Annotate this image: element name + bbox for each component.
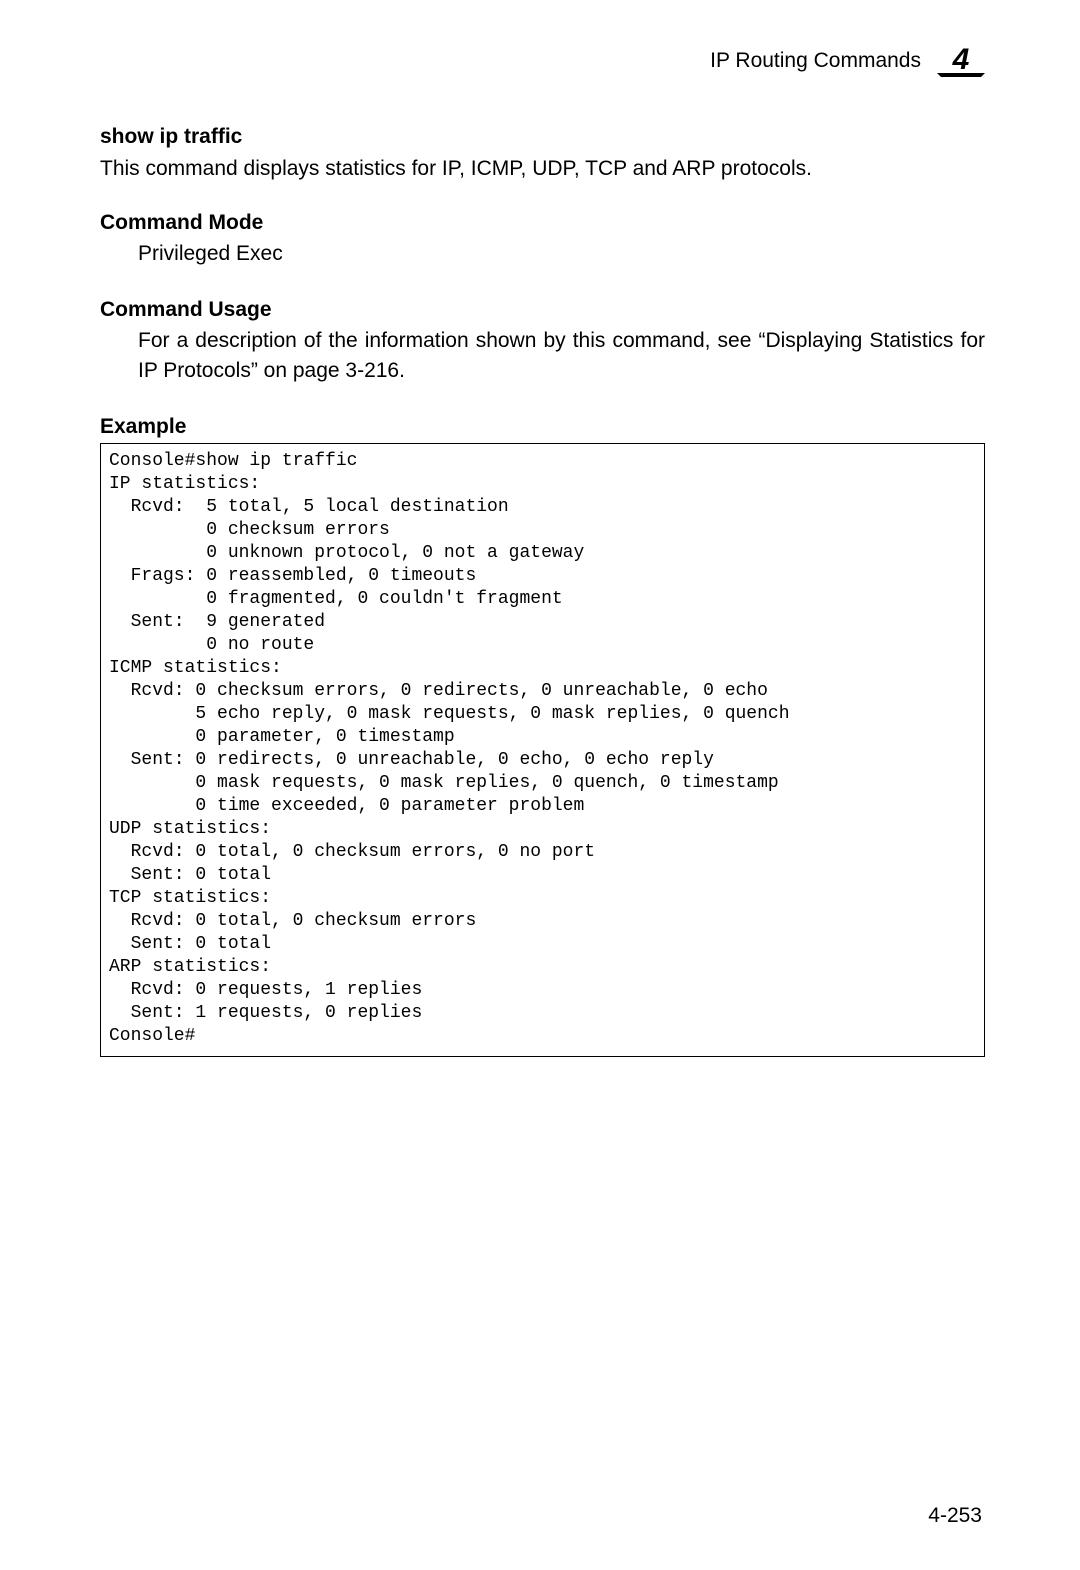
command-name: show ip traffic bbox=[100, 125, 985, 149]
page-header: IP Routing Commands 4 bbox=[100, 45, 985, 77]
example-heading: Example bbox=[100, 415, 985, 439]
page-number: 4-253 bbox=[928, 1504, 982, 1528]
command-usage-heading: Command Usage bbox=[100, 298, 985, 322]
chapter-number-icon: 4 bbox=[937, 45, 985, 77]
command-usage-value: For a description of the information sho… bbox=[138, 326, 985, 387]
example-console-output: Console#show ip traffic IP statistics: R… bbox=[100, 443, 985, 1058]
command-description: This command displays statistics for IP,… bbox=[100, 155, 985, 183]
command-mode-value: Privileged Exec bbox=[138, 239, 985, 269]
chapter-number-text: 4 bbox=[952, 45, 970, 76]
command-mode-heading: Command Mode bbox=[100, 211, 985, 235]
header-category: IP Routing Commands bbox=[710, 49, 921, 73]
